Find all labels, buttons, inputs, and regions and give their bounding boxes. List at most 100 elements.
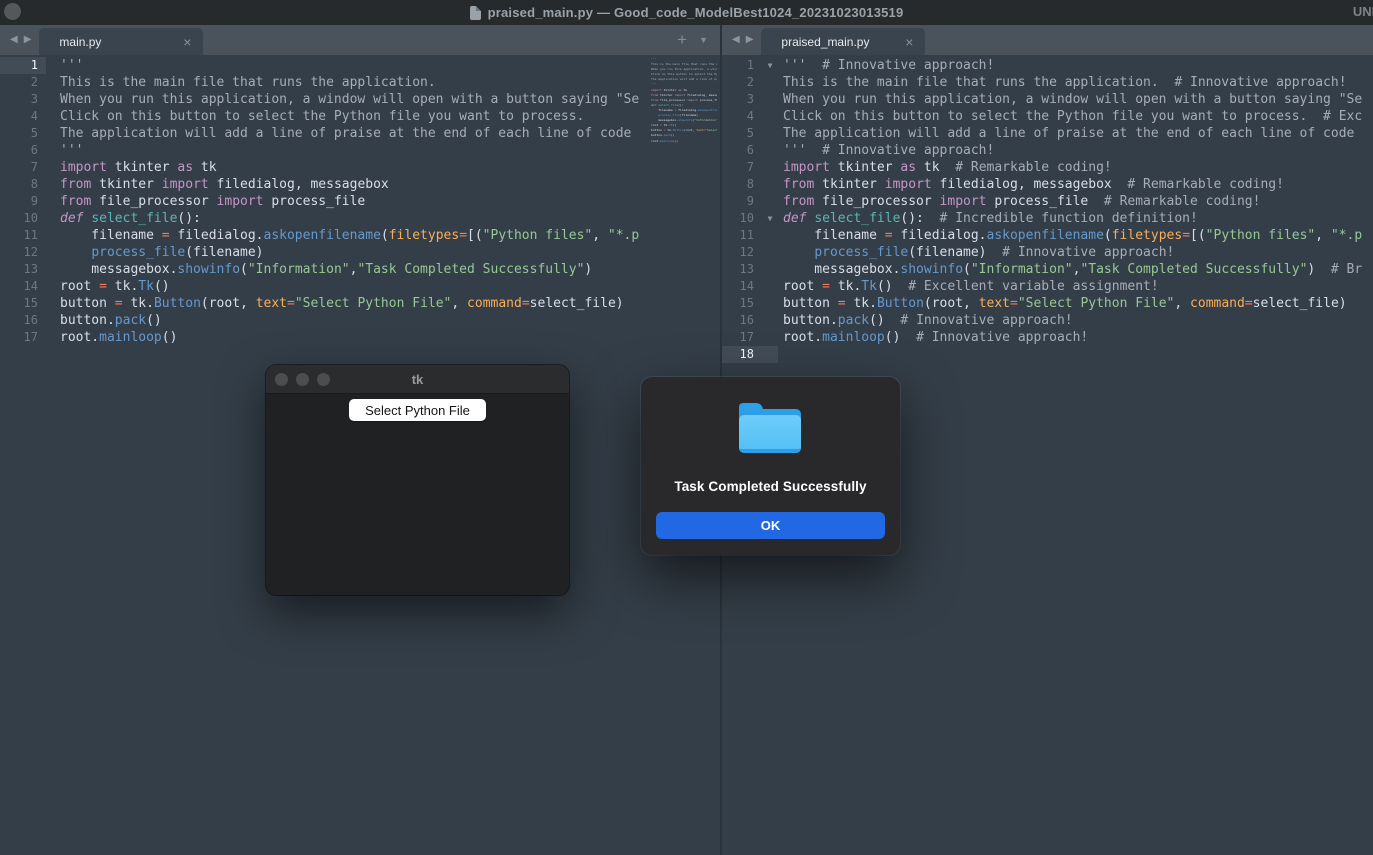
code-line[interactable]: 2This is the main file that runs the app… [0,74,720,91]
gutter: 3 [0,91,46,108]
fold-spacer [762,312,778,329]
fold-spacer [762,108,778,125]
ok-button[interactable]: OK [656,512,885,539]
document-icon [470,6,481,20]
code-line[interactable]: 14root = tk.Tk() # Excellent variable as… [722,278,1373,295]
code-text: messagebox.showinfo("Information","Task … [46,261,592,278]
minimap[interactable]: '''This is the main file that runs the a… [651,57,717,151]
code-line[interactable]: 15button = tk.Button(root, text="Select … [0,295,720,312]
new-tab-button[interactable]: + [677,26,687,54]
tab-overflow-icon[interactable]: ▼ [699,35,708,45]
line-number: 2 [0,74,46,91]
code-line[interactable]: 5The application will add a line of prai… [722,125,1373,142]
tk-titlebar[interactable]: tk [266,365,569,394]
tab-bar: ◀ ▶ main.py × + ▼ ◀ ▶ praised_main.py × [0,25,1373,55]
line-number: 7 [0,159,46,176]
fold-spacer [762,346,778,363]
code-text: ''' # Innovative approach! [778,142,994,159]
gutter: 9 [722,193,778,210]
tk-close-icon[interactable] [275,373,288,386]
code-line[interactable]: 14root = tk.Tk() [0,278,720,295]
tk-window: tk Select Python File [266,365,569,595]
screen: praised_main.py — Good_code_ModelBest102… [0,0,1373,855]
fold-arrow-icon[interactable]: ▼ [762,210,778,227]
close-icon[interactable]: × [903,34,915,50]
code-line[interactable]: 1▼''' # Innovative approach! [722,57,1373,74]
dialog-message: Task Completed Successfully [641,479,900,494]
code-line[interactable]: 17root.mainloop() # Innovative approach! [722,329,1373,346]
code-line[interactable]: 13 messagebox.showinfo("Information","Ta… [0,261,720,278]
gutter: 12 [0,244,46,261]
code-text: messagebox.showinfo("Information","Task … [778,261,1362,278]
code-line[interactable]: 7import tkinter as tk # Remarkable codin… [722,159,1373,176]
code-line[interactable]: 10def select_file(): [0,210,720,227]
code-text: root.mainloop() [46,329,177,346]
code-text: import tkinter as tk [46,159,217,176]
traffic-light-icon[interactable] [4,3,21,20]
tab-nav-left-icon[interactable]: ◀ [732,25,740,55]
tab-main-py[interactable]: main.py × [39,28,203,55]
line-number: 11 [722,227,762,244]
line-number: 7 [722,159,762,176]
fold-arrow-icon[interactable]: ▼ [762,57,778,74]
line-number: 10 [722,210,762,227]
code-text: ''' [46,57,83,74]
code-line[interactable]: 17root.mainloop() [0,329,720,346]
tab-nav-right-icon[interactable]: ▶ [24,25,32,55]
folder-front-shape [739,415,801,453]
tab-nav-right-icon[interactable]: ▶ [746,25,754,55]
gutter: 17 [0,329,46,346]
gutter: 12 [722,244,778,261]
line-number: 6 [722,142,762,159]
line-number: 14 [0,278,46,295]
gutter: 11 [0,227,46,244]
close-icon[interactable]: × [181,34,193,50]
line-number: 18 [722,346,762,363]
line-number: 16 [722,312,762,329]
code-line[interactable]: 4Click on this button to select the Pyth… [722,108,1373,125]
code-text: process_file(filename) # Innovative appr… [778,244,1174,261]
tab-nav-left-icon[interactable]: ◀ [10,25,18,55]
code-line[interactable]: 9from file_processor import process_file [0,193,720,210]
code-line[interactable]: 8from tkinter import filedialog, message… [722,176,1373,193]
code-line[interactable]: 13 messagebox.showinfo("Information","Ta… [722,261,1373,278]
fold-spacer [762,159,778,176]
code-area-praised-main-py[interactable]: 1▼''' # Innovative approach!2This is the… [722,57,1373,363]
code-line[interactable]: 10▼def select_file(): # Incredible funct… [722,210,1373,227]
code-text [778,346,783,363]
tabstrip-right-pane: ◀ ▶ praised_main.py × [722,25,1373,55]
code-line[interactable]: 18 [722,346,1373,363]
tab-praised-main-py[interactable]: praised_main.py × [761,28,925,55]
code-line[interactable]: 12 process_file(filename) [0,244,720,261]
tk-minimize-icon[interactable] [296,373,309,386]
code-line[interactable]: 5The application will add a line of prai… [0,125,720,142]
code-text: from tkinter import filedialog, messageb… [46,176,389,193]
code-line[interactable]: 6 ''' # Innovative approach! [722,142,1373,159]
code-line[interactable]: 3When you run this application, a window… [722,91,1373,108]
code-line[interactable]: 4Click on this button to select the Pyth… [0,108,720,125]
code-line[interactable]: 15button = tk.Button(root, text="Select … [722,295,1373,312]
code-line[interactable]: 2This is the main file that runs the app… [722,74,1373,91]
gutter: 8 [722,176,778,193]
code-line[interactable]: 6''' [0,142,720,159]
code-line[interactable]: 16button.pack() # Innovative approach! [722,312,1373,329]
code-area-main-py[interactable]: 1'''2This is the main file that runs the… [0,57,720,346]
tk-zoom-icon[interactable] [317,373,330,386]
code-text: When you run this application, a window … [46,91,639,108]
code-text: root = tk.Tk() [46,278,170,295]
code-line[interactable]: 16button.pack() [0,312,720,329]
code-line[interactable]: 11 filename = filedialog.askopenfilename… [0,227,720,244]
select-python-file-button[interactable]: Select Python File [349,399,486,421]
line-number: 9 [0,193,46,210]
code-line[interactable]: 1''' [0,57,720,74]
line-number: 15 [722,295,762,312]
code-line[interactable]: 3When you run this application, a window… [0,91,720,108]
line-number: 8 [0,176,46,193]
code-line[interactable]: 8from tkinter import filedialog, message… [0,176,720,193]
line-number: 3 [722,91,762,108]
code-line[interactable]: 7import tkinter as tk [0,159,720,176]
code-line[interactable]: 11 filename = filedialog.askopenfilename… [722,227,1373,244]
code-line[interactable]: 9from file_processor import process_file… [722,193,1373,210]
gutter: 14 [0,278,46,295]
code-line[interactable]: 12 process_file(filename) # Innovative a… [722,244,1373,261]
